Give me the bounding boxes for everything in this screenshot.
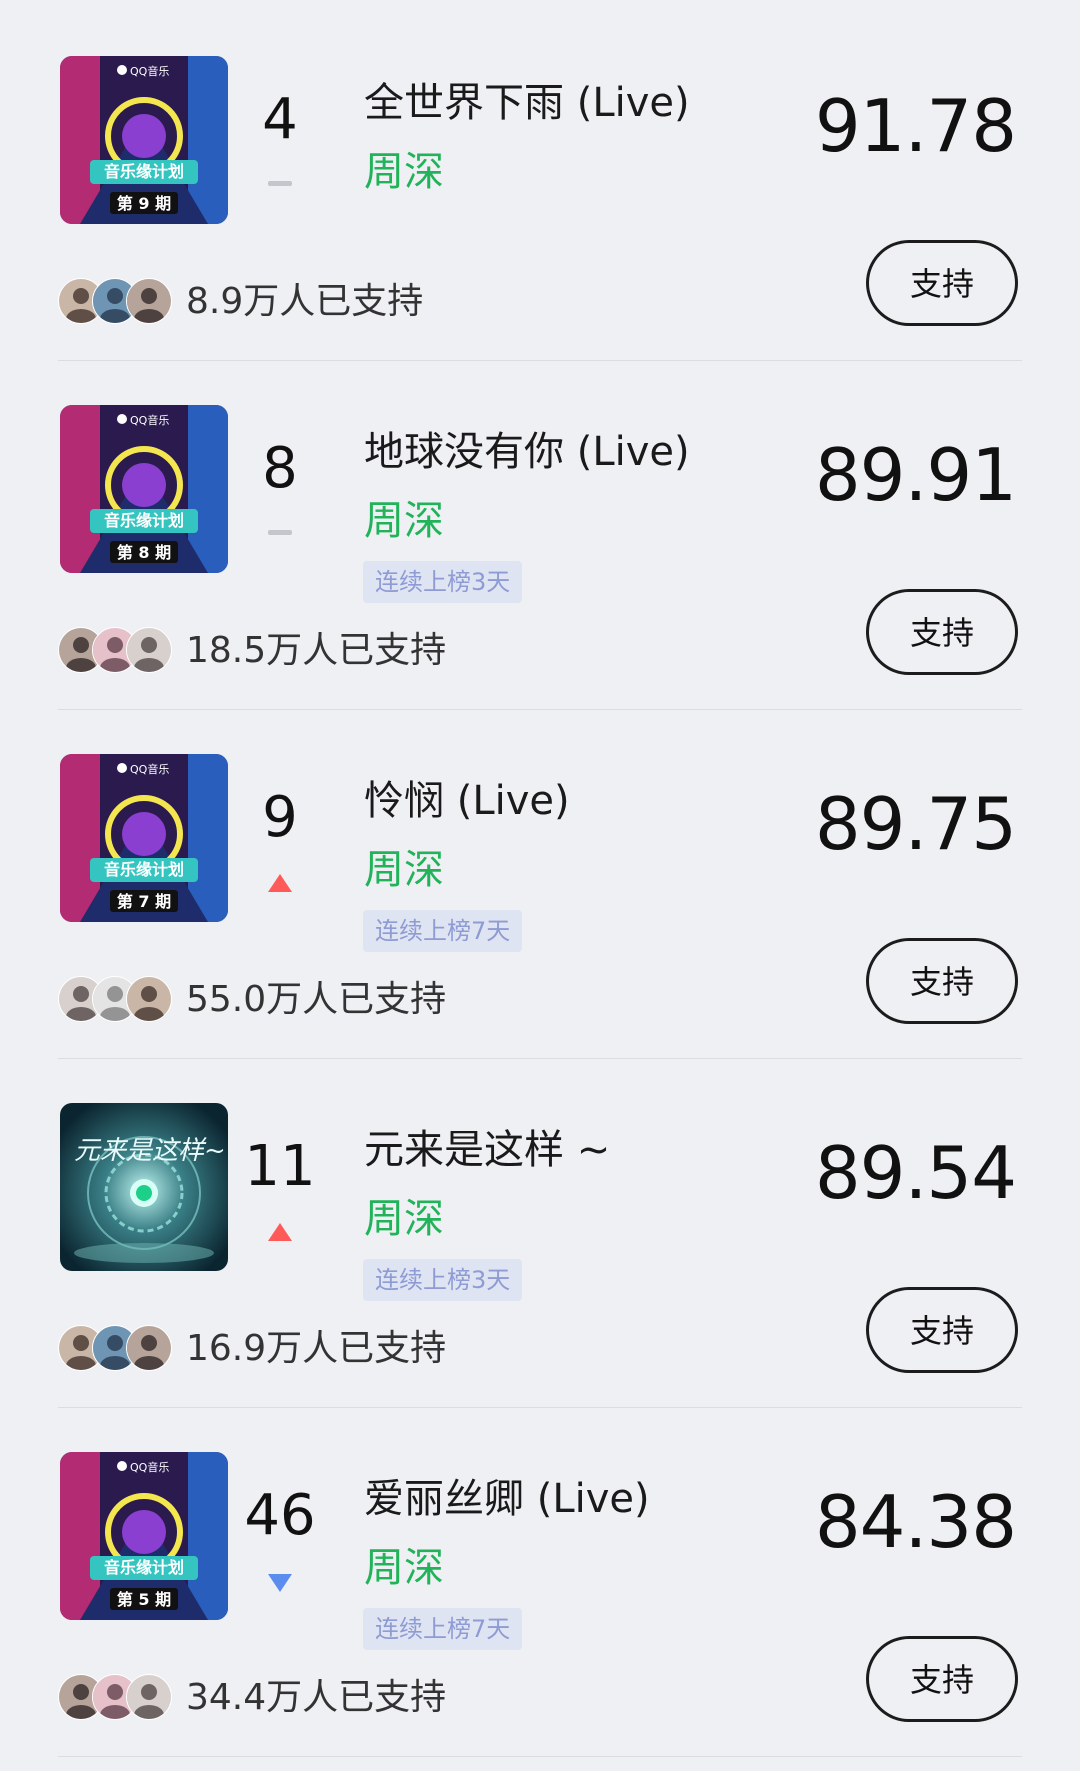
avatar xyxy=(126,278,172,324)
avatar xyxy=(126,627,172,673)
album-cover-show[interactable]: QQ音乐音乐缘计划第 5 期 xyxy=(60,1452,228,1620)
rank-number: 46 xyxy=(244,1483,316,1548)
song-title[interactable]: 怜悯 (Live) xyxy=(364,774,570,828)
score-value: 84.38 xyxy=(814,1480,1017,1564)
song-title[interactable]: 地球没有你 (Live) xyxy=(364,425,690,479)
trend-flat-icon xyxy=(266,521,294,549)
trend-flat-icon xyxy=(266,172,294,200)
song-entry[interactable]: QQ音乐音乐缘计划第 9 期 4 全世界下雨 (Live) 周深 91.78 8… xyxy=(0,0,1080,361)
rank-number: 4 xyxy=(262,87,298,152)
divider xyxy=(58,1756,1022,1757)
svg-text:第 8 期: 第 8 期 xyxy=(117,543,171,562)
supporter-count: 18.5万人已支持 xyxy=(186,630,447,671)
svg-text:QQ音乐: QQ音乐 xyxy=(130,413,169,427)
album-cover-show[interactable]: QQ音乐音乐缘计划第 8 期 xyxy=(60,405,228,573)
album-cover-show[interactable]: QQ音乐音乐缘计划第 7 期 xyxy=(60,754,228,922)
svg-text:QQ音乐: QQ音乐 xyxy=(130,762,169,776)
score-value: 89.54 xyxy=(814,1131,1017,1215)
artist-name[interactable]: 周深 xyxy=(364,146,444,198)
score-value: 89.75 xyxy=(814,782,1017,866)
rank-number: 9 xyxy=(262,785,298,850)
song-title[interactable]: 全世界下雨 (Live) xyxy=(364,76,690,130)
rank-number: 11 xyxy=(244,1134,316,1199)
streak-badge: 连续上榜3天 xyxy=(363,1259,523,1301)
support-button[interactable]: 支持 xyxy=(866,589,1018,675)
supporter-avatars xyxy=(58,976,174,1022)
rank-number: 8 xyxy=(262,436,298,501)
supporter-count: 55.0万人已支持 xyxy=(186,979,447,1020)
trend-up-icon xyxy=(266,1219,294,1247)
supporter-count: 16.9万人已支持 xyxy=(186,1328,447,1369)
support-button[interactable]: 支持 xyxy=(866,1287,1018,1373)
song-entry[interactable]: QQ音乐 音乐缘计划第 8 期 8 地球没有你 (Live) 周深 连续上榜3天 … xyxy=(0,349,1080,710)
supporter-avatars xyxy=(58,278,174,324)
artist-name[interactable]: 周深 xyxy=(364,495,444,547)
score-value: 89.91 xyxy=(814,433,1017,517)
svg-text:QQ音乐: QQ音乐 xyxy=(130,1460,169,1474)
supporter-count: 34.4万人已支持 xyxy=(186,1677,447,1718)
svg-text:音乐缘计划: 音乐缘计划 xyxy=(104,511,184,530)
svg-text:音乐缘计划: 音乐缘计划 xyxy=(104,860,184,879)
artist-name[interactable]: 周深 xyxy=(364,1542,444,1594)
svg-text:QQ音乐: QQ音乐 xyxy=(130,64,169,78)
song-title[interactable]: 爱丽丝卿 (Live) xyxy=(364,1472,650,1526)
svg-text:第 7 期: 第 7 期 xyxy=(117,892,171,911)
streak-badge: 连续上榜7天 xyxy=(363,1608,523,1650)
streak-badge: 连续上榜3天 xyxy=(363,561,523,603)
svg-text:第 9 期: 第 9 期 xyxy=(117,194,171,213)
support-button[interactable]: 支持 xyxy=(866,240,1018,326)
song-entry[interactable]: QQ音乐 音乐缘计划第 5 期 46 爱丽丝卿 (Live) 周深 连续上榜7天 … xyxy=(0,1396,1080,1757)
song-entry[interactable]: QQ音乐音乐缘计划第 7 期 9 怜悯 (Live) 周深 连续上榜7天 89.… xyxy=(0,698,1080,1059)
artist-name[interactable]: 周深 xyxy=(364,844,444,896)
album-cover-show[interactable]: QQ音乐音乐缘计划第 9 期 xyxy=(60,56,228,224)
score-value: 91.78 xyxy=(814,84,1017,168)
svg-text:元来是这样~: 元来是这样~ xyxy=(74,1136,226,1166)
support-button[interactable]: 支持 xyxy=(866,1636,1018,1722)
streak-badge: 连续上榜7天 xyxy=(363,910,523,952)
trend-up-icon xyxy=(266,870,294,898)
support-button[interactable]: 支持 xyxy=(866,938,1018,1024)
supporter-avatars xyxy=(58,1325,174,1371)
artist-name[interactable]: 周深 xyxy=(364,1193,444,1245)
supporter-avatars xyxy=(58,1674,174,1720)
avatar xyxy=(126,976,172,1022)
supporter-avatars xyxy=(58,627,174,673)
album-cover-scifi[interactable]: 元来是这样~ xyxy=(60,1103,228,1271)
avatar xyxy=(126,1325,172,1371)
trend-down-icon xyxy=(266,1568,294,1596)
supporter-count: 8.9万人已支持 xyxy=(186,281,424,322)
svg-text:第 5 期: 第 5 期 xyxy=(117,1590,171,1609)
song-entry[interactable]: 元来是这样~ 11 元来是这样 ~ 周深 连续上榜3天 89.54 16.9万人… xyxy=(0,1047,1080,1408)
svg-text:音乐缘计划: 音乐缘计划 xyxy=(104,162,184,181)
avatar xyxy=(126,1674,172,1720)
svg-text:音乐缘计划: 音乐缘计划 xyxy=(104,1558,184,1577)
song-title[interactable]: 元来是这样 ~ xyxy=(364,1123,610,1177)
